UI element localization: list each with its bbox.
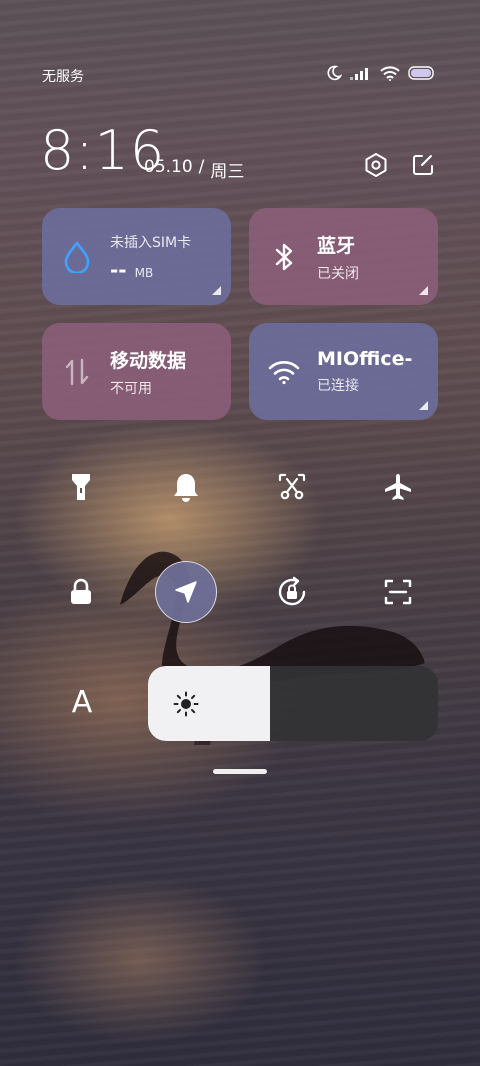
bell-icon xyxy=(174,474,198,502)
scan-icon xyxy=(384,579,412,605)
data-arrows-icon xyxy=(60,355,94,389)
status-bar: 无服务 xyxy=(0,62,480,88)
wifi-icon xyxy=(380,65,400,81)
mobile-data-tile[interactable]: 移动数据 不可用 xyxy=(42,323,231,420)
mobile-data-status: 不可用 xyxy=(110,380,152,397)
sound-toggle[interactable] xyxy=(155,456,217,518)
date-label: 05.10 xyxy=(144,157,193,177)
bluetooth-title: 蓝牙 xyxy=(317,234,356,257)
date-separator: / xyxy=(198,157,205,177)
flashlight-icon xyxy=(72,474,90,500)
drag-handle[interactable] xyxy=(213,769,267,774)
settings-button[interactable] xyxy=(361,150,391,180)
wifi-status: 已连接 xyxy=(317,378,359,394)
settings-icon xyxy=(365,153,387,177)
bluetooth-icon xyxy=(267,240,301,274)
rotation-lock-toggle[interactable] xyxy=(261,561,323,623)
edit-button[interactable] xyxy=(408,150,438,180)
date-line: 05.10 / 周三 xyxy=(144,157,244,182)
scanner-toggle[interactable] xyxy=(367,561,429,623)
wifi-icon xyxy=(267,355,301,389)
edit-icon xyxy=(413,155,433,175)
moon-icon xyxy=(326,65,342,81)
sim-status-label: 未插入SIM卡 xyxy=(110,234,192,251)
expand-corner-icon xyxy=(212,286,221,295)
font-size-button[interactable]: A xyxy=(64,682,100,722)
weekday-label: 周三 xyxy=(210,162,245,182)
rotation-lock-icon xyxy=(278,576,306,606)
brightness-fill xyxy=(148,666,270,741)
lock-toggle[interactable] xyxy=(50,561,112,623)
flashlight-toggle[interactable] xyxy=(50,456,112,518)
bluetooth-status: 已关闭 xyxy=(317,265,359,282)
mobile-data-title: 移动数据 xyxy=(110,349,187,372)
water-drop-icon xyxy=(60,240,94,274)
location-toggle[interactable] xyxy=(155,561,217,623)
screenshot-scissors-icon xyxy=(278,473,306,500)
data-usage-value: -- MB xyxy=(110,258,191,282)
battery-icon xyxy=(408,66,436,80)
screenshot-toggle[interactable] xyxy=(261,456,323,518)
lock-icon xyxy=(71,578,91,604)
airplane-toggle[interactable] xyxy=(367,456,429,518)
expand-corner-icon xyxy=(419,286,428,295)
data-usage-amount: -- xyxy=(110,257,127,282)
expand-corner-icon xyxy=(419,401,428,410)
bluetooth-tile[interactable]: 蓝牙 已关闭 xyxy=(249,208,438,305)
wifi-network-name: MIOffice- xyxy=(317,348,413,370)
data-usage-tile[interactable]: 未插入SIM卡 -- MB xyxy=(42,208,231,305)
brightness-slider[interactable] xyxy=(148,666,438,741)
airplane-icon xyxy=(385,474,411,500)
wifi-tile[interactable]: MIOffice- 已连接 xyxy=(249,323,438,420)
brightness-sun-icon xyxy=(173,691,199,717)
signal-icon xyxy=(350,66,372,80)
data-usage-unit: MB xyxy=(134,265,154,280)
location-arrow-icon xyxy=(175,581,197,603)
carrier-label: 无服务 xyxy=(42,69,84,85)
